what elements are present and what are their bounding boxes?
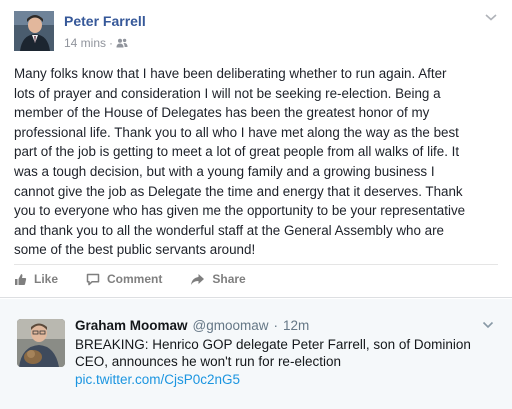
comment-label: Comment [107,272,163,286]
share-label: Share [212,272,246,286]
friends-icon[interactable] [116,38,128,48]
post-actions: Like Comment Share [14,272,274,286]
share-icon [191,273,205,285]
tweet-author-handle[interactable]: @gmoomaw [193,318,269,333]
post-timestamp[interactable]: 14 mins [64,36,106,50]
like-button[interactable]: Like [14,272,58,286]
share-button[interactable]: Share [190,272,246,286]
tweet-media-link[interactable]: pic.twitter.com/CjsP0c2nG5 [75,372,240,387]
author-name[interactable]: Peter Farrell [64,13,146,29]
divider [14,264,498,265]
like-label: Like [34,272,59,286]
facebook-post: Peter Farrell 14 mins · Many folks know … [0,0,512,298]
thumbs-up-icon [15,273,27,285]
meta-separator: · [109,36,114,50]
avatar-photo [17,319,65,367]
post-meta: 14 mins · [64,36,128,50]
author-avatar[interactable] [14,11,54,51]
chevron-down-icon[interactable] [482,321,494,329]
post-body: Many folks know that I have been deliber… [14,66,466,258]
tweet-timestamp[interactable]: 12m [283,318,309,333]
tweet-author-avatar[interactable] [17,319,65,367]
chevron-down-icon[interactable] [484,12,498,22]
comment-icon [86,273,100,285]
tweet-text: BREAKING: Henrico GOP delegate Peter Far… [75,337,471,369]
avatar-photo [14,11,54,51]
tweet-author-name[interactable]: Graham Moomaw [75,318,188,333]
tweet-header: Graham Moomaw @gmoomaw · 12m [75,318,309,333]
embedded-tweet: Graham Moomaw @gmoomaw · 12m BREAKING: H… [0,299,512,409]
comment-button[interactable]: Comment [86,272,162,286]
tweet-separator: · [273,318,279,333]
